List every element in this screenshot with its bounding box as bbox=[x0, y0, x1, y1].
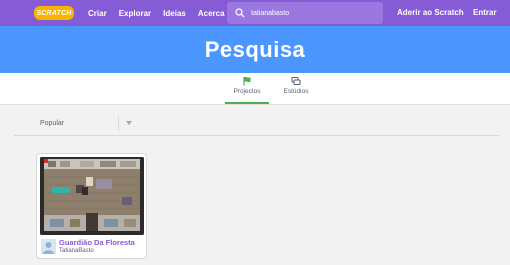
game-scene-image bbox=[40, 157, 144, 235]
avatar[interactable] bbox=[41, 239, 56, 254]
tab-projects-label: Projectos bbox=[233, 88, 261, 95]
project-title[interactable]: Guardião Da Floresta bbox=[59, 238, 135, 247]
studio-icon bbox=[291, 77, 301, 85]
search-value: tatianabasto bbox=[251, 9, 290, 17]
project-card[interactable]: Guardião Da Floresta TatianaBasto bbox=[36, 153, 147, 259]
nav-explore[interactable]: Explorar bbox=[119, 9, 151, 18]
join-scratch-link[interactable]: Aderir ao Scratch bbox=[397, 8, 464, 17]
search-input[interactable]: tatianabasto bbox=[227, 2, 383, 24]
tab-studios[interactable]: Estúdios bbox=[278, 76, 314, 104]
tab-projects[interactable]: Projectos bbox=[225, 76, 269, 104]
sort-selected-value: Popular bbox=[40, 120, 65, 127]
flag-icon bbox=[243, 76, 251, 86]
nav-about[interactable]: Acerca bbox=[198, 9, 225, 18]
scratch-logo[interactable]: SCRATCH bbox=[34, 6, 74, 20]
user-avatar-icon bbox=[41, 239, 56, 254]
tab-studios-label: Estúdios bbox=[283, 88, 309, 95]
project-thumbnail[interactable] bbox=[40, 157, 144, 235]
sort-filter-dropdown[interactable]: Popular bbox=[14, 112, 500, 136]
nav-create[interactable]: Criar bbox=[88, 9, 107, 18]
search-tabs: Projectos Estúdios bbox=[0, 73, 510, 105]
search-banner: Pesquisa bbox=[0, 26, 510, 73]
filter-divider bbox=[118, 116, 119, 131]
logo-text: SCRATCH bbox=[36, 9, 72, 17]
page-title: Pesquisa bbox=[204, 36, 306, 62]
nav-ideas[interactable]: Ideias bbox=[163, 9, 186, 18]
top-navigation-bar: SCRATCH Criar Explorar Ideias Acerca tat… bbox=[0, 0, 510, 26]
chevron-down-icon bbox=[126, 121, 132, 125]
search-icon bbox=[235, 8, 245, 18]
project-author[interactable]: TatianaBasto bbox=[59, 248, 94, 254]
sign-in-link[interactable]: Entrar bbox=[473, 8, 497, 17]
